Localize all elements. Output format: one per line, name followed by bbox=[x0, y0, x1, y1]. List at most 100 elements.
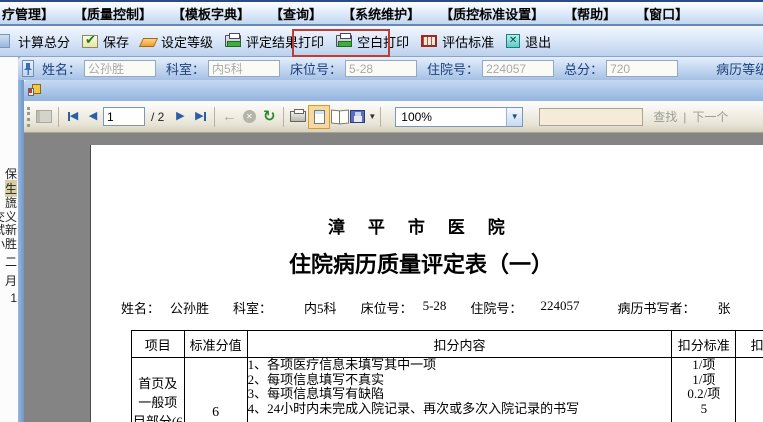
report-page: 漳 平 市 医 院 住院病历质量评定表（一） 姓名： 公孙胜 科室： 内5科 床… bbox=[90, 145, 763, 422]
page-setup-button[interactable] bbox=[330, 106, 350, 128]
toolbar-grip-handle[interactable] bbox=[27, 106, 30, 127]
table-row: 首页及一般项目部分(6分) 6 1、各项医疗信息未填写其中一项 2、每项信息填写… bbox=[131, 357, 763, 422]
separator bbox=[283, 106, 285, 127]
field-admission-number: 住院号： bbox=[427, 59, 555, 78]
toolbar-button-label: 计算总分 bbox=[18, 34, 71, 50]
print-result-button[interactable]: 评定结果打印 bbox=[219, 29, 330, 54]
tree-item-fragment[interactable]: 1 bbox=[10, 291, 17, 305]
refresh-button[interactable]: ↻ bbox=[259, 106, 279, 128]
main-toolbar: 计算总分 保存 设定等级 评定结果打印 空白打印 评估标准 ✕ 退出 bbox=[0, 26, 763, 57]
menu-item-qc-standard-settings[interactable]: 【质控标准设置】 bbox=[430, 4, 554, 23]
menu-item-system-maintenance[interactable]: 【系统维护】 bbox=[332, 4, 430, 23]
book-icon bbox=[331, 110, 349, 123]
document-map-toggle-button[interactable] bbox=[34, 106, 54, 128]
left-tree-panel: 保 生 旒 交义 试新 小胜 二 月 1 bbox=[0, 57, 18, 422]
separator bbox=[58, 106, 59, 127]
info-value: 公孙胜 bbox=[170, 301, 210, 316]
field-label: 病历等级： bbox=[716, 62, 763, 77]
grid-table-icon bbox=[421, 35, 438, 47]
info-label: 姓名： bbox=[121, 301, 161, 316]
stop-button[interactable]: ✕ bbox=[239, 106, 259, 128]
back-button[interactable]: ← bbox=[219, 106, 239, 128]
name-input[interactable] bbox=[84, 60, 157, 77]
toolbar-button-label: 评估标准 bbox=[442, 34, 495, 50]
previous-page-button[interactable]: ◀ bbox=[83, 106, 103, 128]
save-button[interactable]: 保存 bbox=[76, 29, 135, 54]
deduction-line: 2、每项信息填写不真实 bbox=[247, 371, 385, 387]
cell-deduction-content: 1、各项医疗信息未填写其中一项 2、每项信息填写不真实 3、每项信息填写有缺陷 … bbox=[246, 357, 673, 422]
field-label: 姓名： bbox=[42, 62, 82, 77]
menu-item-quality-control[interactable]: 【质量控制】 bbox=[64, 4, 162, 23]
next-page-button[interactable]: ▶ bbox=[170, 106, 190, 128]
menu-item-template-dictionary[interactable]: 【模板字典】 bbox=[162, 4, 260, 23]
field-label: 住院号： bbox=[427, 62, 480, 77]
table-header-row: 项目 标准分值 扣分内容 扣分标准 扣分 bbox=[131, 330, 763, 358]
tree-item-fragment[interactable]: 月 bbox=[5, 272, 17, 289]
deduction-table: 项目 标准分值 扣分内容 扣分标准 扣分 首页及一般项目部分(6分) 6 1、各… bbox=[131, 330, 763, 422]
deduction-line: 3、每项信息填写有缺陷 bbox=[247, 386, 385, 401]
standard-line: 1/项 bbox=[692, 357, 716, 372]
patient-form-bar: 姓名： 科室： 床位号： 住院号： 总分： 病历等级： bbox=[18, 57, 763, 80]
last-page-button[interactable]: ▶ bbox=[190, 106, 210, 128]
toolbar-button-label: 评定结果打印 bbox=[246, 34, 325, 50]
field-department: 科室： bbox=[166, 59, 281, 78]
form-window-icon bbox=[28, 83, 41, 98]
admission-number-input[interactable] bbox=[482, 60, 555, 77]
cell-item: 首页及一般项目部分(6分) bbox=[131, 357, 185, 422]
toolbar-button-label: 设定等级 bbox=[161, 34, 214, 50]
toolbar-button-label: 空白打印 bbox=[357, 34, 410, 50]
info-label: 病历书写者： bbox=[617, 301, 696, 316]
cell-deduction bbox=[735, 357, 763, 422]
info-label: 床位号： bbox=[360, 301, 413, 316]
printer-icon bbox=[336, 33, 353, 47]
menu-bar: 疗管理】 【质量控制】 【模板字典】 【查询】 【系统维护】 【质控标准设置】 … bbox=[0, 0, 763, 26]
standard-line: 1/项 bbox=[692, 371, 716, 387]
refresh-icon: ↻ bbox=[263, 108, 276, 125]
save-icon bbox=[82, 32, 99, 48]
deduction-line: 1、各项医疗信息未填写其中一项 bbox=[247, 357, 437, 372]
first-page-button[interactable]: ◀ bbox=[63, 106, 83, 128]
total-score-input[interactable] bbox=[606, 60, 679, 77]
menu-item-query[interactable]: 【查询】 bbox=[260, 4, 332, 23]
separator: | bbox=[683, 109, 687, 124]
header-deduction: 扣分 bbox=[735, 330, 763, 358]
menu-item-window[interactable]: 【窗口】 bbox=[626, 4, 698, 23]
export-button[interactable]: ▼ bbox=[350, 106, 376, 128]
field-bed-number: 床位号： bbox=[290, 59, 418, 78]
set-grade-button[interactable]: 设定等级 bbox=[135, 29, 219, 54]
menu-item-help[interactable]: 【帮助】 bbox=[554, 4, 626, 23]
evaluation-standard-button[interactable]: 评估标准 bbox=[415, 29, 500, 54]
report-viewer-toolbar: ◀ ◀ / 2 ▶ ▶ ← ✕ ↻ ▼ 100% ▼ 查找 | 下一个 bbox=[24, 101, 763, 133]
menu-item-management[interactable]: 疗管理】 bbox=[0, 4, 64, 23]
find-button[interactable]: 查找 bbox=[653, 108, 677, 125]
exit-icon: ✕ bbox=[506, 34, 521, 48]
document-map-icon bbox=[36, 110, 52, 123]
page-layout-icon bbox=[313, 109, 325, 124]
field-name: 姓名： bbox=[42, 59, 157, 78]
tree-item-fragment[interactable]: 二 bbox=[5, 253, 17, 270]
department-input[interactable] bbox=[208, 60, 281, 77]
exit-button[interactable]: ✕ 退出 bbox=[500, 29, 557, 54]
find-next-button[interactable]: 下一个 bbox=[692, 108, 728, 125]
calculate-total-button[interactable]: 计算总分 bbox=[12, 29, 76, 54]
pin-button[interactable] bbox=[22, 60, 34, 77]
info-value: 5-28 bbox=[422, 298, 447, 313]
print-button[interactable] bbox=[288, 106, 308, 128]
standard-line: 0.2/项 bbox=[687, 386, 721, 401]
page-number-input[interactable] bbox=[103, 107, 145, 126]
find-text-input[interactable] bbox=[539, 107, 644, 126]
tree-item-fragment[interactable]: 小胜 bbox=[0, 235, 17, 252]
field-label: 床位号： bbox=[290, 62, 343, 77]
zoom-dropdown-button[interactable]: ▼ bbox=[506, 107, 523, 126]
dropdown-caret-icon: ▼ bbox=[368, 112, 377, 121]
printer-icon bbox=[290, 109, 307, 122]
print-layout-toggle-button[interactable] bbox=[308, 104, 331, 129]
blank-print-button[interactable]: 空白打印 bbox=[330, 29, 415, 54]
print-preview-area[interactable]: 漳 平 市 医 院 住院病历质量评定表（一） 姓名： 公孙胜 科室： 内5科 床… bbox=[24, 133, 763, 422]
zoom-combobox[interactable]: 100% ▼ bbox=[395, 106, 524, 127]
field-record-grade: 病历等级： bbox=[716, 59, 763, 78]
toolbar-button-label: 保存 bbox=[103, 34, 130, 50]
info-label: 住院号： bbox=[470, 301, 523, 316]
bed-number-input[interactable] bbox=[345, 60, 418, 77]
separator bbox=[380, 106, 382, 127]
